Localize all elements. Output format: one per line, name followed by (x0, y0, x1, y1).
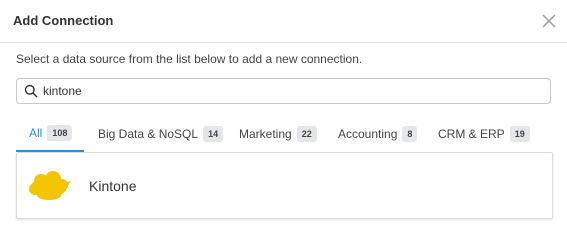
tab-label: CRM & ERP (438, 127, 505, 141)
dialog-header: Add Connection (0, 0, 567, 43)
tab-accounting[interactable]: Accounting 8 (338, 116, 418, 152)
tab-count-badge: 22 (296, 126, 317, 142)
tab-big-data-nosql[interactable]: Big Data & NoSQL 14 (98, 116, 224, 152)
search-icon (24, 84, 38, 98)
list-item-kintone[interactable]: Kintone (17, 153, 552, 218)
search-input[interactable] (43, 80, 543, 102)
tab-count-badge: 108 (47, 125, 73, 141)
tab-count-badge: 8 (402, 126, 418, 142)
dialog-subtitle: Select a data source from the list below… (16, 52, 363, 66)
add-connection-dialog: Add Connection Select a data source from… (0, 0, 567, 232)
kintone-cloud-icon (29, 171, 71, 200)
results-list: Kintone (16, 152, 553, 219)
close-button[interactable] (540, 12, 558, 30)
tab-label: All (29, 126, 43, 140)
tab-count-badge: 14 (203, 126, 224, 142)
search-box[interactable] (16, 78, 551, 104)
result-name: Kintone (89, 178, 137, 194)
tab-marketing[interactable]: Marketing 22 (239, 116, 317, 152)
category-tabs: All 108 Big Data & NoSQL 14 Marketing 22… (16, 116, 551, 152)
dialog-title: Add Connection (13, 13, 114, 28)
tab-label: Marketing (239, 127, 292, 141)
tab-crm-erp[interactable]: CRM & ERP 19 (438, 116, 530, 152)
tab-label: Accounting (338, 127, 398, 141)
tab-label: Big Data & NoSQL (98, 127, 199, 141)
close-icon (542, 14, 556, 28)
tab-count-badge: 19 (509, 126, 530, 142)
tab-all[interactable]: All 108 (16, 116, 84, 152)
